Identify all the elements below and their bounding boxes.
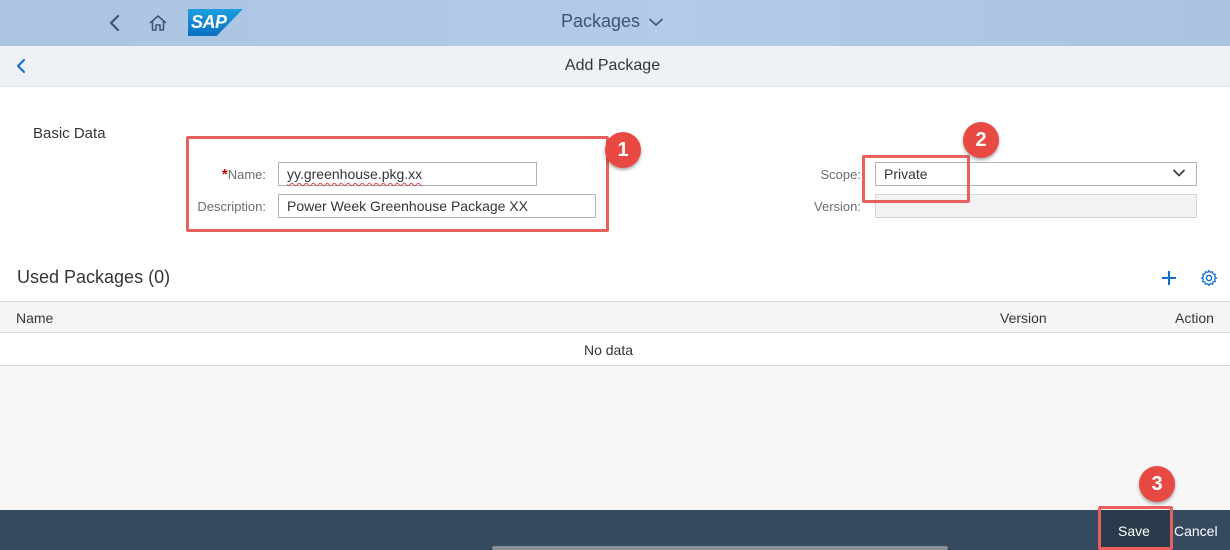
home-icon: [149, 15, 167, 31]
home-button[interactable]: [145, 10, 171, 36]
step-marker-2: 2: [963, 122, 999, 158]
step-marker-3: 3: [1139, 466, 1175, 502]
footer-toolbar: Save Cancel: [0, 510, 1230, 550]
column-name[interactable]: Name: [16, 310, 53, 326]
add-icon: [1162, 271, 1176, 285]
table-header: Name Version Action: [0, 301, 1230, 333]
chevron-down-icon: [1172, 169, 1186, 177]
sap-logo: SAP: [188, 9, 243, 36]
no-data-text: No data: [583, 342, 634, 358]
back-button[interactable]: [102, 10, 128, 36]
page-title: Add Package: [564, 57, 661, 74]
app-title: Packages: [561, 11, 641, 31]
chevron-down-icon: [649, 17, 664, 26]
scroll-indicator[interactable]: [492, 546, 948, 550]
version-label: Version:: [814, 199, 861, 214]
add-package-button[interactable]: [1158, 267, 1180, 289]
step-marker-1: 1: [605, 132, 641, 168]
settings-icon: [1200, 269, 1218, 287]
highlight-box-name-description: [186, 136, 609, 232]
highlight-box-scope: [862, 155, 970, 203]
table-row: No data: [0, 333, 1230, 366]
used-packages-title: Used Packages (0): [17, 267, 171, 287]
column-action[interactable]: Action: [1175, 310, 1214, 326]
column-version[interactable]: Version: [1000, 310, 1047, 326]
empty-area: [0, 366, 1230, 510]
logo-text: SAP: [191, 12, 227, 32]
highlight-box-save: [1098, 506, 1173, 550]
back-icon: [109, 14, 120, 32]
scope-label: Scope:: [820, 167, 861, 182]
table-settings-button[interactable]: [1198, 267, 1220, 289]
page-header: Add Package: [0, 46, 1230, 87]
cancel-button[interactable]: Cancel: [1174, 523, 1218, 539]
app-title-menu[interactable]: Packages: [561, 11, 664, 32]
shell-bar: SAP Packages: [0, 0, 1230, 46]
section-title: Basic Data: [33, 125, 106, 142]
